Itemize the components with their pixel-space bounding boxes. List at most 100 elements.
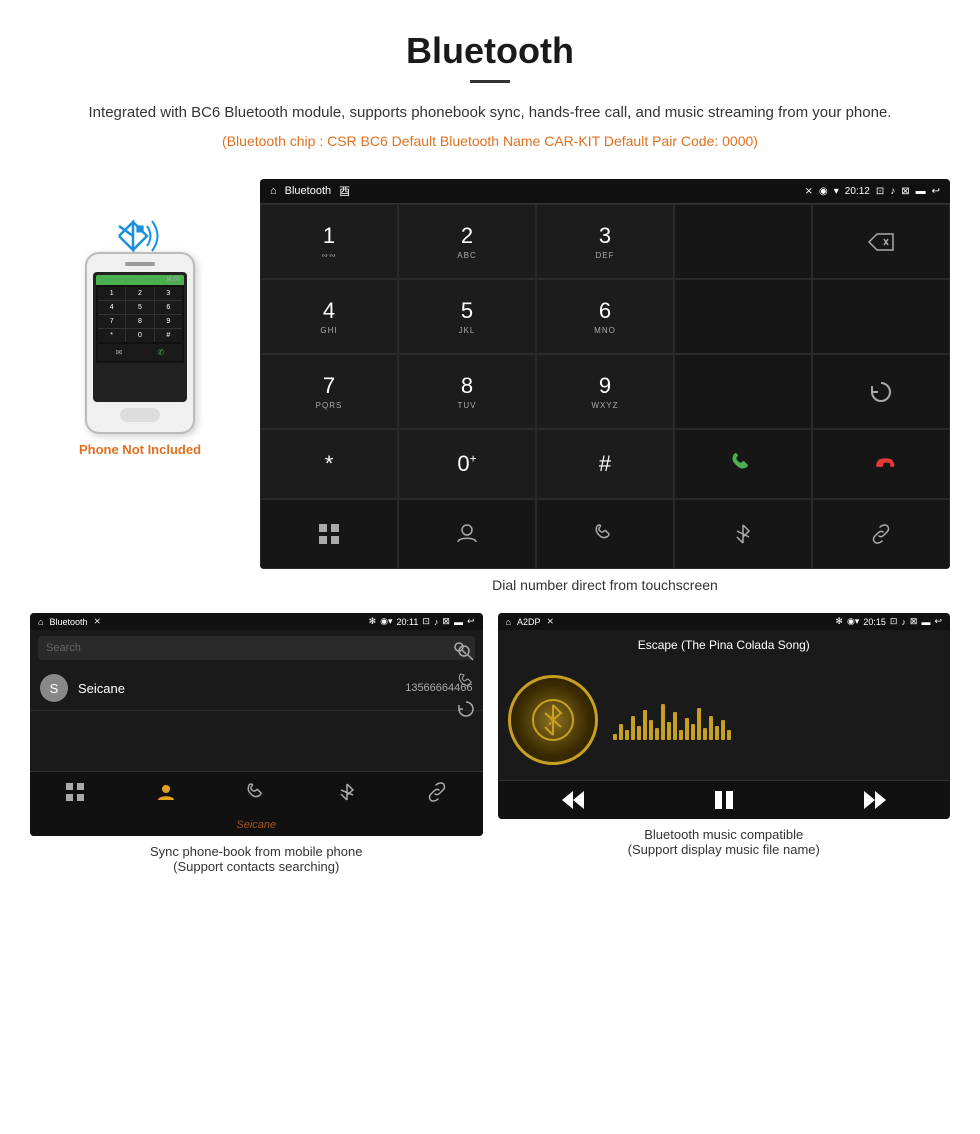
key-6[interactable]: 6MNO xyxy=(536,279,674,354)
music-app-name: A2DP xyxy=(517,617,541,627)
phone-key-hash: # xyxy=(155,329,182,342)
refresh-icon xyxy=(868,379,894,405)
key-5[interactable]: 5JKL xyxy=(398,279,536,354)
dialpad-nav-bluetooth[interactable] xyxy=(674,499,812,569)
pb-nav-grid[interactable] xyxy=(30,778,121,806)
visualizer-bar xyxy=(679,730,683,740)
key-2[interactable]: 2ABC xyxy=(398,204,536,279)
empty-cell-2 xyxy=(812,279,950,354)
music-back[interactable]: ↩ xyxy=(934,616,942,627)
music-body: ♪ xyxy=(498,660,951,780)
pb-phone-side-icon[interactable] xyxy=(457,672,475,690)
phonebook-body: Search S Seicane 13566664466 xyxy=(30,636,483,771)
song-title: Escape (The Pina Colada Song) xyxy=(498,630,951,660)
visualizer-bar xyxy=(727,730,731,740)
pb-home-icon[interactable]: ⌂ xyxy=(38,617,43,627)
prev-track-button[interactable] xyxy=(498,789,649,811)
mute-icon[interactable]: ⊠ xyxy=(901,186,909,197)
next-icon xyxy=(864,791,886,809)
visualizer-bar xyxy=(697,708,701,740)
pb-signal: ◉▾ xyxy=(380,616,392,627)
pb-statusbar-left: ⌂ Bluetooth ⨯ xyxy=(38,616,101,627)
key-hash[interactable]: # xyxy=(536,429,674,499)
refresh-key[interactable] xyxy=(812,354,950,429)
key-star[interactable]: * xyxy=(260,429,398,499)
phonebook-spacer xyxy=(30,711,483,771)
pb-back[interactable]: ↩ xyxy=(467,616,475,627)
key-0[interactable]: 0+ xyxy=(398,429,536,499)
key-3[interactable]: 3DEF xyxy=(536,204,674,279)
dialpad-nav-contacts[interactable] xyxy=(398,499,536,569)
location-icon: ◉ xyxy=(819,186,828,197)
back-icon[interactable]: ↩ xyxy=(932,186,940,197)
dialpad-nav-phone[interactable] xyxy=(536,499,674,569)
home-icon[interactable]: ⌂ xyxy=(270,185,277,197)
music-time: 20:15 xyxy=(863,617,886,627)
screen-icon[interactable]: ▬ xyxy=(916,186,926,197)
contacts-icon xyxy=(455,522,479,546)
end-call-key[interactable] xyxy=(812,429,950,499)
pb-nav-phone[interactable] xyxy=(211,778,302,806)
phone-speaker xyxy=(125,262,155,266)
visualizer-bar xyxy=(613,734,617,740)
play-pause-button[interactable] xyxy=(648,789,799,811)
dialpad-nav-grid[interactable] xyxy=(260,499,398,569)
phonebook-bottom-nav xyxy=(30,771,483,812)
svg-text:♪: ♪ xyxy=(547,712,555,729)
pb-nav-link[interactable] xyxy=(392,778,483,806)
pb-vol[interactable]: ♪ xyxy=(434,617,439,627)
pb-refresh-side-icon[interactable] xyxy=(457,700,475,718)
music-signal: ◉▾ xyxy=(847,616,859,627)
pb-cam[interactable]: ⊡ xyxy=(422,616,430,627)
phone-key-6: 6 xyxy=(155,301,182,314)
key-9[interactable]: 9WXYZ xyxy=(536,354,674,429)
key-8[interactable]: 8TUV xyxy=(398,354,536,429)
visualizer-bar xyxy=(631,716,635,740)
phonebook-statusbar: ⌂ Bluetooth ⨯ ✻ ◉▾ 20:11 ⊡ ♪ ⊠ ▬ ↩ xyxy=(30,613,483,630)
visualizer-bar xyxy=(691,724,695,740)
music-vol[interactable]: ♪ xyxy=(901,617,906,627)
next-track-button[interactable] xyxy=(799,789,950,811)
empty-cell-1 xyxy=(674,279,812,354)
pb-mute[interactable]: ⊠ xyxy=(442,616,450,627)
volume-icon[interactable]: ♪ xyxy=(890,186,895,197)
music-scr[interactable]: ▬ xyxy=(921,617,930,627)
bluetooth-wave-icon: ⬝ xyxy=(136,209,145,247)
backspace-key[interactable] xyxy=(812,204,950,279)
search-placeholder: Search xyxy=(46,642,81,654)
call-key[interactable] xyxy=(674,429,812,499)
phonebook-side-icons xyxy=(457,636,475,726)
music-statusbar-right: ✻ ◉▾ 20:15 ⊡ ♪ ⊠ ▬ ↩ xyxy=(835,616,942,627)
music-mute[interactable]: ⊠ xyxy=(910,616,918,627)
phone-dialpad: 1 2 3 4 5 6 7 8 9 * 0 # xyxy=(98,287,182,342)
bluetooth-specs: (Bluetooth chip : CSR BC6 Default Blueto… xyxy=(60,133,920,149)
music-statusbar-left: ⌂ A2DP ⨯ xyxy=(506,616,555,627)
phonebook-search-bar[interactable]: Search xyxy=(38,636,475,660)
pb-nav-bluetooth[interactable] xyxy=(302,778,393,806)
music-bt: ✻ xyxy=(835,616,843,627)
pb-statusbar-right: ✻ ◉▾ 20:11 ⊡ ♪ ⊠ ▬ ↩ xyxy=(369,616,475,627)
music-cam[interactable]: ⊡ xyxy=(890,616,898,627)
pb-search-side-icon[interactable] xyxy=(457,644,475,662)
key-4[interactable]: 4GHI xyxy=(260,279,398,354)
key-1[interactable]: 1∾∾ xyxy=(260,204,398,279)
bottom-row: ⌂ Bluetooth ⨯ ✻ ◉▾ 20:11 ⊡ ♪ ⊠ ▬ ↩ xyxy=(0,613,980,874)
pb-scr[interactable]: ▬ xyxy=(454,617,463,627)
phone-screen-header: ● Add to Contacts M:00 xyxy=(96,275,184,285)
key-7[interactable]: 7PQRS xyxy=(260,354,398,429)
main-section: ⬝ ● Add to Contacts M:00 xyxy=(0,179,980,593)
dial-app-name: Bluetooth xyxy=(285,185,331,197)
camera-icon[interactable]: ⊡ xyxy=(876,186,884,197)
music-home-icon[interactable]: ⌂ xyxy=(506,617,511,627)
dialpad-nav-link[interactable] xyxy=(812,499,950,569)
phone-screen-body: 1 2 3 4 5 6 7 8 9 * 0 # xyxy=(96,285,184,363)
music-info xyxy=(613,700,941,740)
prev-icon xyxy=(562,791,584,809)
contact-row[interactable]: S Seicane 13566664466 xyxy=(30,666,483,711)
visualizer-bar xyxy=(721,720,725,740)
visualizer-bar xyxy=(643,710,647,740)
visualizer-bar xyxy=(685,718,689,740)
pb-nav-contacts[interactable] xyxy=(121,778,212,806)
music-controls xyxy=(498,780,951,819)
pb-grid-icon xyxy=(65,782,85,802)
